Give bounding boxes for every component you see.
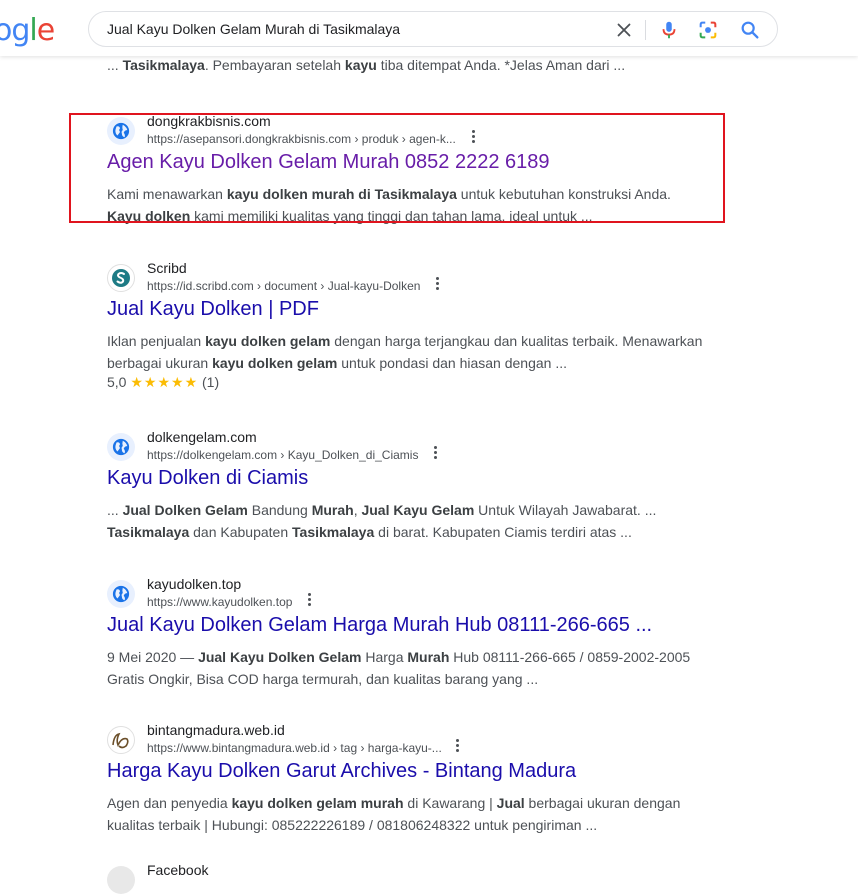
lens-icon[interactable]: [697, 19, 719, 41]
highlight-box: [69, 113, 725, 223]
search-icon[interactable]: [739, 19, 761, 41]
microphone-icon[interactable]: [658, 19, 680, 41]
google-logo[interactable]: ogle: [0, 14, 55, 48]
search-divider: [645, 20, 646, 40]
result-title-link[interactable]: Jual Kayu Dolken Gelam Harga Murah Hub 0…: [107, 614, 652, 637]
bintang-madura-icon: [107, 726, 135, 754]
result-title-link[interactable]: Kayu Dolken di Ciamis: [107, 467, 308, 490]
search-box[interactable]: Jual Kayu Dolken Gelam Murah di Tasikmal…: [88, 11, 778, 47]
scribd-icon: [107, 264, 135, 292]
site-url[interactable]: https://dolkengelam.com › Kayu_Dolken_di…: [147, 448, 418, 462]
site-name[interactable]: Facebook: [147, 862, 208, 878]
result-title-link[interactable]: Harga Kayu Dolken Garut Archives - Binta…: [107, 760, 576, 783]
search-input[interactable]: Jual Kayu Dolken Gelam Murah di Tasikmal…: [107, 21, 400, 37]
rating: 5,0 ★★★★★ (1): [107, 374, 220, 390]
globe-icon: [107, 580, 135, 608]
globe-icon: [107, 433, 135, 461]
result-snippet: Iklan penjualan kayu dolken gelam dengan…: [107, 333, 703, 371]
more-options-icon[interactable]: [434, 276, 440, 292]
site-name[interactable]: kayudolken.top: [147, 576, 241, 592]
site-name[interactable]: dolkengelam.com: [147, 429, 257, 445]
site-name[interactable]: Scribd: [147, 260, 187, 276]
result-snippet: 9 Mei 2020 — Jual Kayu Dolken Gelam Harg…: [107, 649, 691, 687]
site-url[interactable]: https://www.bintangmadura.web.id › tag ›…: [147, 741, 442, 755]
site-url[interactable]: https://www.kayudolken.top: [147, 595, 292, 609]
more-options-icon[interactable]: [454, 738, 460, 754]
result-snippet: Agen dan penyedia kayu dolken gelam mura…: [107, 795, 681, 833]
site-url[interactable]: https://id.scribd.com › document › Jual-…: [147, 279, 420, 293]
facebook-icon: [107, 866, 135, 894]
result-snippet: ... Jual Dolken Gelam Bandung Murah, Jua…: [107, 502, 657, 540]
search-header: ogle Jual Kayu Dolken Gelam Murah di Tas…: [0, 0, 858, 56]
previous-result-snippet: ... Tasikmalaya. Pembayaran setelah kayu…: [107, 57, 626, 73]
result-title-link[interactable]: Jual Kayu Dolken | PDF: [107, 298, 319, 321]
more-options-icon[interactable]: [432, 445, 438, 461]
star-rating-icon: ★★★★★: [130, 374, 199, 390]
clear-icon[interactable]: [613, 19, 635, 41]
site-name[interactable]: bintangmadura.web.id: [147, 722, 285, 738]
more-options-icon[interactable]: [306, 592, 312, 608]
